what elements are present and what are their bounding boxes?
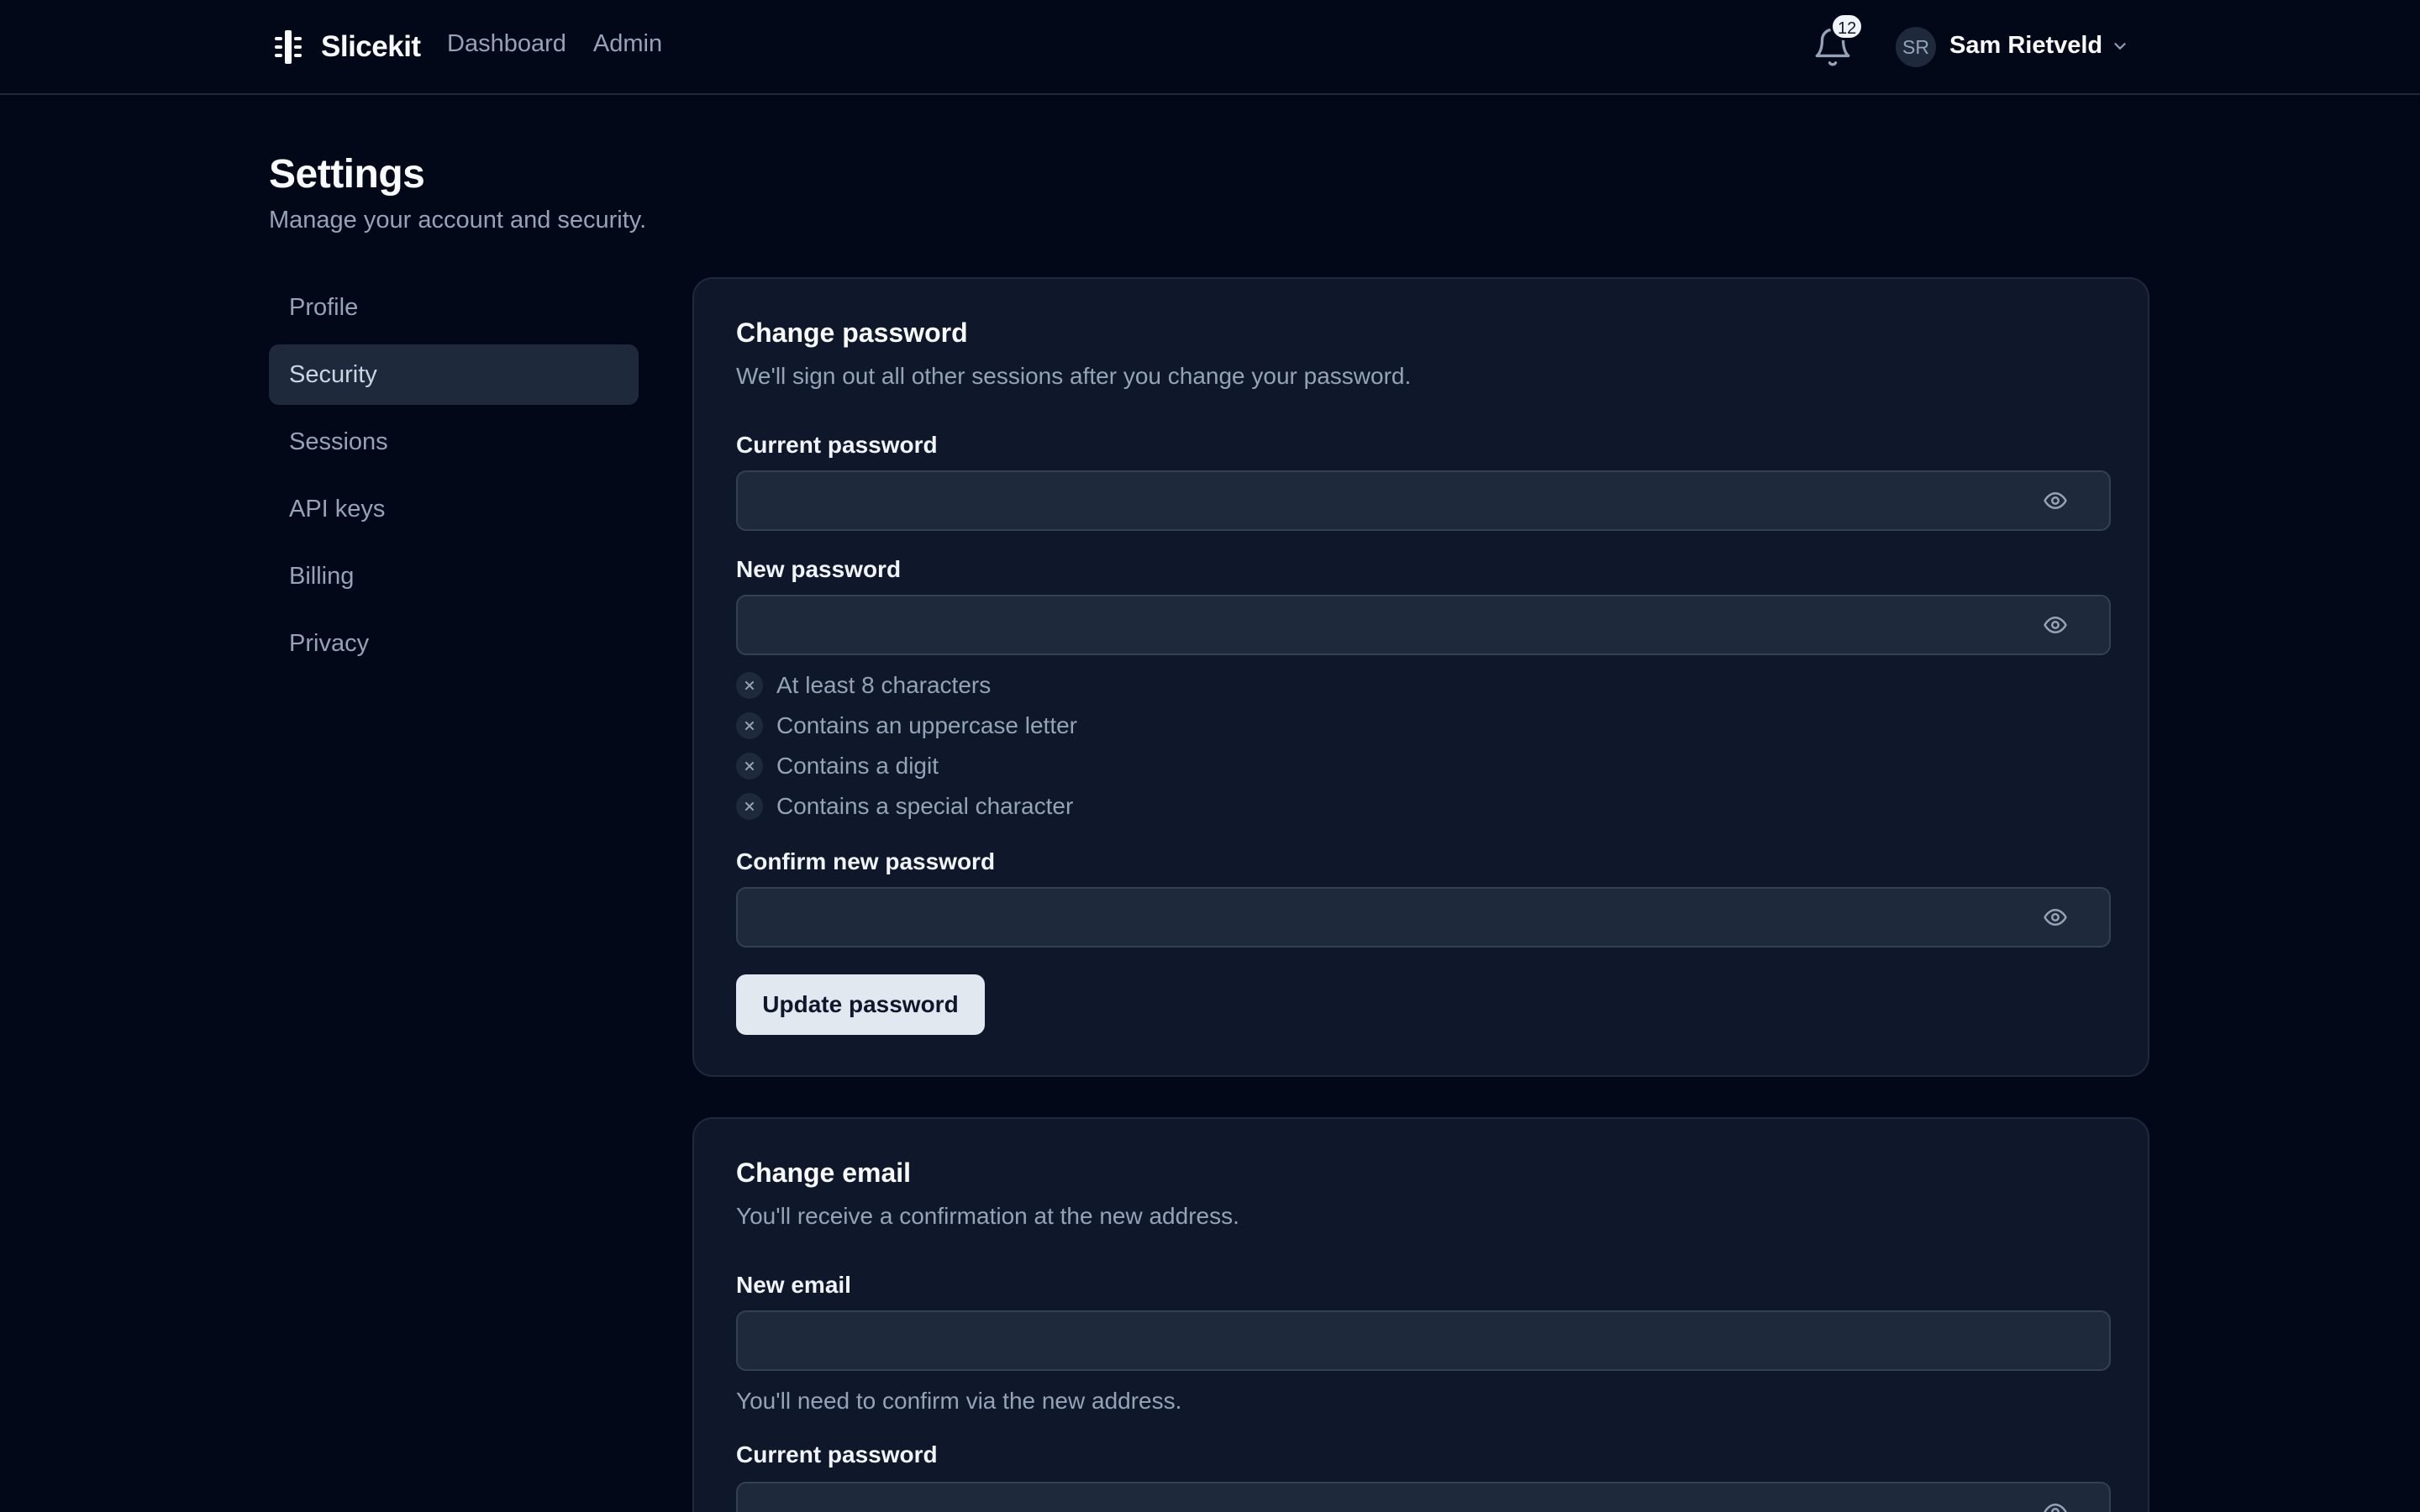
password-rule: Contains a digit xyxy=(736,751,939,781)
x-icon xyxy=(736,793,763,820)
sidebar-item-sessions[interactable]: Sessions xyxy=(269,412,639,472)
new-password-label: New password xyxy=(736,556,902,582)
sidebar-item-api-keys[interactable]: API keys xyxy=(269,479,639,539)
email-current-password-label: Current password xyxy=(736,1441,938,1467)
new-password-input[interactable] xyxy=(736,595,2111,655)
page-title: Settings xyxy=(269,152,425,197)
password-rule-text: At least 8 characters xyxy=(776,672,992,698)
eye-icon[interactable] xyxy=(2039,1495,2072,1512)
password-rule-text: Contains a special character xyxy=(776,793,1074,819)
change-email-description: You'll receive a confirmation at the new… xyxy=(736,1203,1239,1229)
password-rule-text: Contains an uppercase letter xyxy=(776,712,1077,738)
change-password-title: Change password xyxy=(736,318,968,348)
new-email-input[interactable] xyxy=(736,1310,2111,1371)
chevron-down-icon[interactable] xyxy=(2111,37,2129,55)
eye-icon[interactable] xyxy=(2039,900,2072,934)
email-current-password-input[interactable] xyxy=(736,1482,2111,1512)
nav-link-dashboard[interactable]: Dashboard xyxy=(447,30,566,58)
eye-icon[interactable] xyxy=(2039,608,2072,642)
x-icon xyxy=(736,712,763,739)
x-icon xyxy=(736,753,763,780)
sidebar-item-billing[interactable]: Billing xyxy=(269,546,639,606)
current-password-input[interactable] xyxy=(736,470,2111,531)
user-menu-name[interactable]: Sam Rietveld xyxy=(1949,32,2102,60)
settings-sidebar: Profile Security Sessions API keys Billi… xyxy=(269,277,639,680)
password-rule: At least 8 characters xyxy=(736,670,991,701)
page-subtitle: Manage your account and security. xyxy=(269,207,647,234)
top-navbar: Slicekit Dashboard Admin 12 SR Sam Rietv… xyxy=(0,0,2420,95)
new-email-hint: You'll need to confirm via the new addre… xyxy=(736,1388,1182,1414)
change-password-card: Change password We'll sign out all other… xyxy=(692,277,2149,1077)
brand[interactable]: Slicekit xyxy=(269,25,421,69)
sidebar-item-privacy[interactable]: Privacy xyxy=(269,613,639,674)
change-password-description: We'll sign out all other sessions after … xyxy=(736,363,1412,389)
settings-page: Slicekit Dashboard Admin 12 SR Sam Rietv… xyxy=(0,0,2420,1512)
new-email-label: New email xyxy=(736,1272,851,1298)
password-rule-text: Contains a digit xyxy=(776,753,939,779)
avatar[interactable]: SR xyxy=(1896,27,1936,67)
password-rule: Contains an uppercase letter xyxy=(736,711,1077,741)
logo-icon xyxy=(269,28,308,66)
password-rule: Contains a special character xyxy=(736,791,1073,822)
confirm-password-input[interactable] xyxy=(736,887,2111,948)
update-password-button[interactable]: Update password xyxy=(736,974,985,1035)
sidebar-item-profile[interactable]: Profile xyxy=(269,277,639,338)
main-nav: Dashboard Admin xyxy=(447,30,662,58)
confirm-password-label: Confirm new password xyxy=(736,848,996,874)
change-email-card: Change email You'll receive a confirmati… xyxy=(692,1117,2149,1512)
nav-link-admin[interactable]: Admin xyxy=(593,30,662,58)
sidebar-item-security[interactable]: Security xyxy=(269,344,639,405)
brand-name: Slicekit xyxy=(321,30,421,63)
x-icon xyxy=(736,672,763,699)
current-password-label: Current password xyxy=(736,432,938,458)
notification-count-badge: 12 xyxy=(1830,13,1865,40)
change-email-title: Change email xyxy=(736,1158,912,1188)
eye-icon[interactable] xyxy=(2039,484,2072,517)
